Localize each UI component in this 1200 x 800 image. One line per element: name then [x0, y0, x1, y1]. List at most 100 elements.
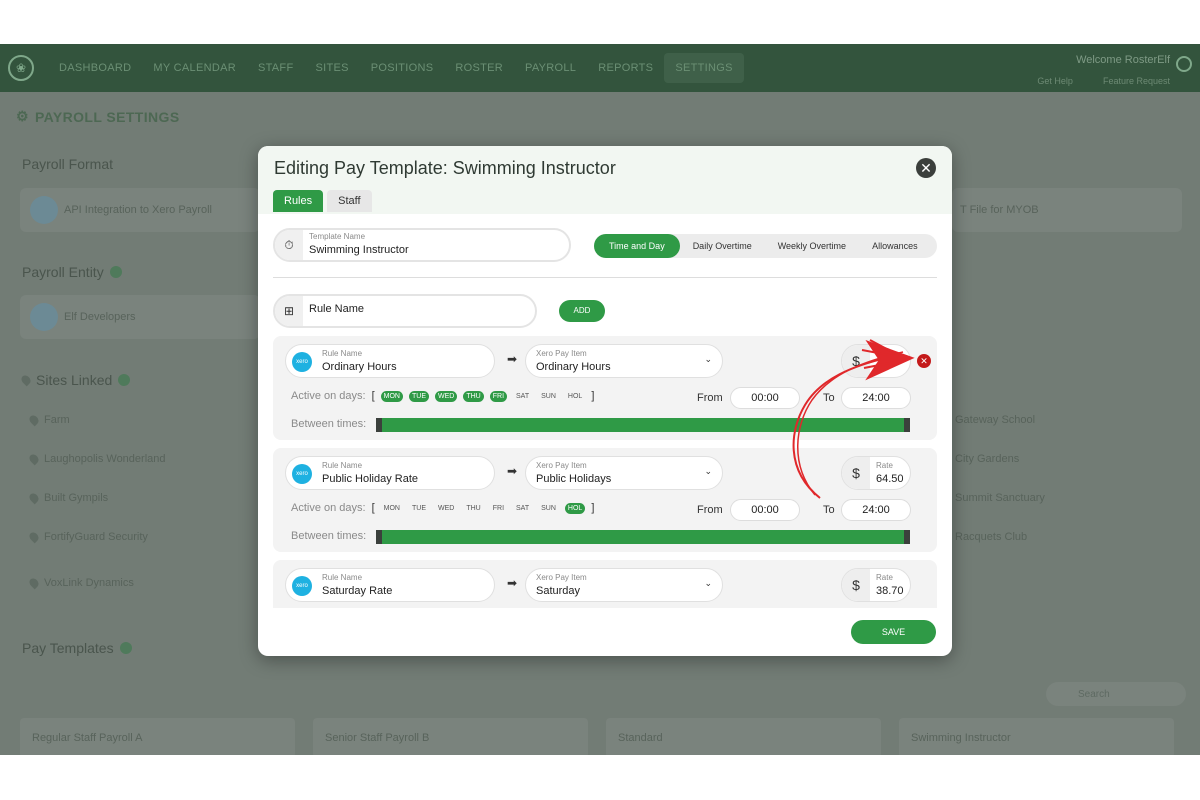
- rate-field[interactable]: $ Rate 64.50: [841, 456, 911, 490]
- get-help-link[interactable]: Get Help: [1037, 76, 1073, 86]
- to-time-input[interactable]: 24:00: [841, 499, 911, 521]
- rate-field[interactable]: $ Rate 38.70: [841, 568, 911, 602]
- rate-value[interactable]: 64.50: [876, 473, 904, 485]
- day-toggle-fri[interactable]: FRI: [489, 390, 508, 402]
- nav-settings[interactable]: SETTINGS: [664, 53, 744, 83]
- template-label: Senior Staff Payroll B: [325, 732, 430, 744]
- day-toggle-wed[interactable]: WED: [435, 503, 457, 514]
- add-icon[interactable]: [118, 374, 131, 386]
- bracket: ]: [591, 502, 595, 514]
- add-icon[interactable]: [119, 642, 132, 654]
- segment-allowances[interactable]: Allowances: [859, 234, 931, 258]
- segment-weekly-overtime[interactable]: Weekly Overtime: [765, 234, 859, 258]
- site-item[interactable]: Summit Sanctuary: [955, 492, 1045, 504]
- template-card[interactable]: Regular Staff Payroll A: [20, 718, 295, 755]
- rule-card: xero Rule Name Saturday Rate ➡ Xero Pay …: [273, 560, 937, 608]
- payroll-format-card[interactable]: API Integration to Xero Payroll: [20, 188, 260, 232]
- site-item[interactable]: Built Gympils: [27, 491, 109, 505]
- site-label: Built Gympils: [44, 492, 109, 504]
- day-toggle-sun[interactable]: SUN: [538, 391, 559, 402]
- rule-name-field[interactable]: xero Rule Name Saturday Rate: [285, 568, 495, 602]
- close-icon[interactable]: ✕: [916, 158, 936, 178]
- template-card[interactable]: Senior Staff Payroll B: [313, 718, 588, 755]
- site-item[interactable]: Racquets Club: [955, 531, 1027, 543]
- site-label: VoxLink Dynamics: [44, 577, 134, 589]
- day-toggle-hol[interactable]: HOL: [565, 391, 585, 402]
- welcome-text: Welcome RosterElf: [1076, 54, 1170, 66]
- template-card[interactable]: Standard: [606, 718, 881, 755]
- day-toggle-thu[interactable]: THU: [463, 503, 483, 514]
- day-toggle-tue[interactable]: TUE: [409, 390, 429, 402]
- time-range-slider[interactable]: [376, 418, 910, 432]
- day-toggle-thu[interactable]: THU: [463, 390, 484, 402]
- rule-name-field[interactable]: xero Rule Name Ordinary Hours: [285, 344, 495, 378]
- day-toggle-hol[interactable]: HOL: [564, 502, 586, 514]
- xero-logo-icon: xero: [292, 352, 312, 372]
- payroll-format-card[interactable]: T File for MYOB: [952, 188, 1182, 232]
- rate-field[interactable]: $ Rate: [841, 344, 911, 378]
- segment-daily-overtime[interactable]: Daily Overtime: [680, 234, 765, 258]
- nav-roster[interactable]: ROSTER: [444, 53, 514, 83]
- rule-name-value[interactable]: Saturday Rate: [322, 585, 392, 597]
- time-range-slider[interactable]: [376, 530, 910, 544]
- nav-reports[interactable]: REPORTS: [587, 53, 664, 83]
- site-item[interactable]: FortifyGuard Security: [27, 530, 148, 544]
- xero-logo-icon: xero: [292, 576, 312, 596]
- rule-name-label: Rule Name: [322, 573, 363, 582]
- day-toggle-sun[interactable]: SUN: [538, 503, 559, 514]
- to-time-input[interactable]: 24:00: [841, 387, 911, 409]
- day-toggle-mon[interactable]: MON: [380, 390, 403, 402]
- xero-pay-item-select[interactable]: Xero Pay Item Public Holidays ⌄: [525, 456, 723, 490]
- template-name-value[interactable]: Swimming Instructor: [309, 244, 409, 256]
- site-label: Laughopolis Wonderland: [44, 453, 166, 465]
- chevron-down-icon: ⌄: [704, 466, 712, 476]
- user-icon[interactable]: [1176, 56, 1192, 72]
- gear-icon: ⚙: [16, 108, 29, 124]
- rule-name-field[interactable]: xero Rule Name Public Holiday Rate: [285, 456, 495, 490]
- xero-pay-item-select[interactable]: Xero Pay Item Ordinary Hours ⌄: [525, 344, 723, 378]
- rule-name-value[interactable]: Public Holiday Rate: [322, 473, 418, 485]
- day-toggle-mon[interactable]: MON: [381, 503, 403, 514]
- xero-pay-item-select[interactable]: Xero Pay Item Saturday ⌄: [525, 568, 723, 602]
- add-button[interactable]: ADD: [559, 300, 605, 322]
- segment-time-and-day[interactable]: Time and Day: [594, 234, 680, 258]
- entity-card[interactable]: Elf Developers: [20, 295, 260, 339]
- site-item[interactable]: VoxLink Dynamics: [27, 576, 134, 590]
- day-toggle-sat[interactable]: SAT: [513, 503, 532, 514]
- nav-staff[interactable]: STAFF: [247, 53, 305, 83]
- from-time-input[interactable]: 00:00: [730, 499, 800, 521]
- day-toggle-wed[interactable]: WED: [435, 390, 458, 402]
- save-button[interactable]: SAVE: [851, 620, 936, 644]
- delete-rule-icon[interactable]: ✕: [917, 354, 931, 368]
- template-search-input[interactable]: Search: [1046, 682, 1186, 706]
- rate-value[interactable]: 38.70: [876, 585, 904, 597]
- nav-dashboard[interactable]: DASHBOARD: [48, 53, 142, 83]
- feature-request-link[interactable]: Feature Request: [1103, 76, 1170, 86]
- site-label: Gateway School: [955, 414, 1036, 426]
- template-card[interactable]: Swimming Instructor: [899, 718, 1174, 755]
- new-rule-name-input[interactable]: ⊞ Rule Name: [273, 294, 537, 328]
- between-times-label: Between times:: [291, 418, 367, 430]
- nav-sites[interactable]: SITES: [304, 53, 359, 83]
- payroll-entity-heading: Payroll Entity: [22, 264, 122, 280]
- sites-linked-heading: Sites Linked: [19, 372, 131, 388]
- site-item[interactable]: City Gardens: [955, 453, 1019, 465]
- rule-name-value[interactable]: Ordinary Hours: [322, 361, 397, 373]
- pay-item-label: Xero Pay Item: [536, 573, 587, 582]
- day-toggle-fri[interactable]: FRI: [490, 503, 507, 514]
- nav-my-calendar[interactable]: MY CALENDAR: [142, 53, 247, 83]
- site-label: Summit Sanctuary: [955, 492, 1045, 504]
- active-days-row: Active on days: [ MON TUE WED THU FRI SA…: [291, 390, 594, 402]
- tab-rules[interactable]: Rules: [273, 190, 324, 212]
- template-name-field[interactable]: ⏱ Template Name Swimming Instructor: [273, 228, 571, 262]
- tab-staff[interactable]: Staff: [327, 190, 372, 212]
- site-item[interactable]: Farm: [27, 413, 70, 427]
- nav-payroll[interactable]: PAYROLL: [514, 53, 587, 83]
- nav-positions[interactable]: POSITIONS: [360, 53, 445, 83]
- payroll-format-label: Payroll Format: [22, 156, 114, 172]
- site-item[interactable]: Gateway School: [955, 414, 1035, 426]
- from-time-input[interactable]: 00:00: [730, 387, 800, 409]
- day-toggle-tue[interactable]: TUE: [409, 503, 429, 514]
- day-toggle-sat[interactable]: SAT: [513, 391, 532, 402]
- site-item[interactable]: Laughopolis Wonderland: [27, 452, 166, 466]
